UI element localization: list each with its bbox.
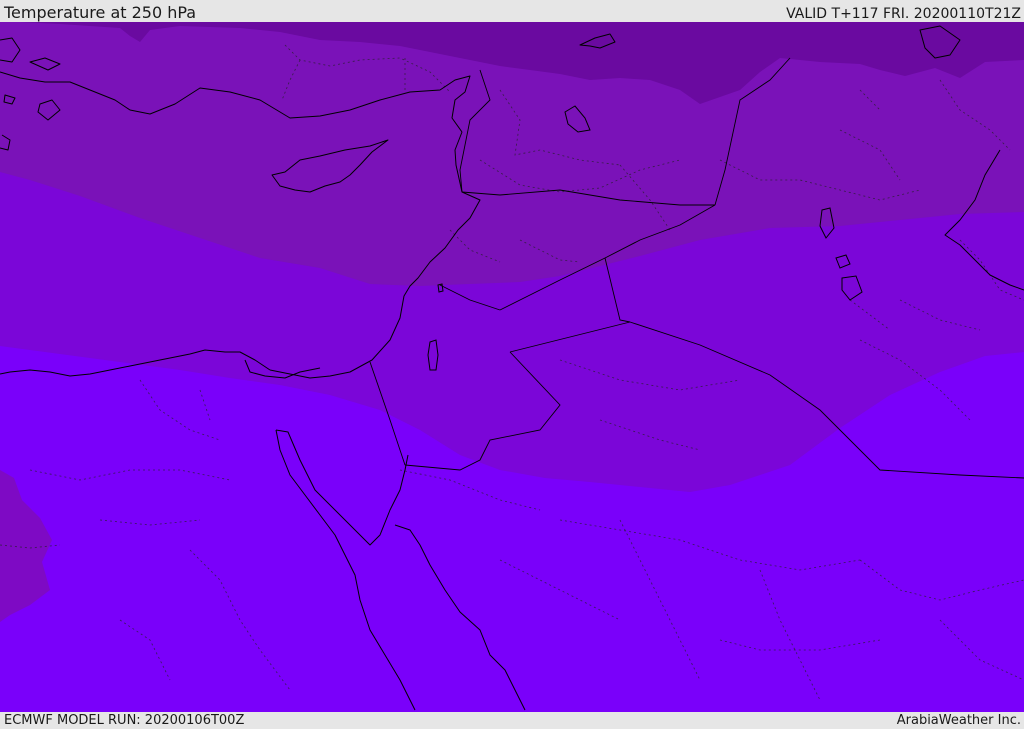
map-title: Temperature at 250 hPa bbox=[4, 3, 197, 22]
valid-time: VALID T+117 FRI. 20200110T21Z bbox=[786, 6, 1021, 22]
footer-bar: ECMWF MODEL RUN: 20200106T00Z ArabiaWeat… bbox=[0, 712, 1024, 729]
credit: ArabiaWeather Inc. bbox=[896, 713, 1021, 728]
map-page: Temperature at 250 hPa VALID T+117 FRI. … bbox=[0, 0, 1024, 729]
header-bar: Temperature at 250 hPa VALID T+117 FRI. … bbox=[0, 0, 1024, 22]
temperature-map[interactable] bbox=[0, 22, 1024, 712]
model-run: ECMWF MODEL RUN: 20200106T00Z bbox=[4, 713, 245, 728]
map-canvas bbox=[0, 22, 1024, 712]
